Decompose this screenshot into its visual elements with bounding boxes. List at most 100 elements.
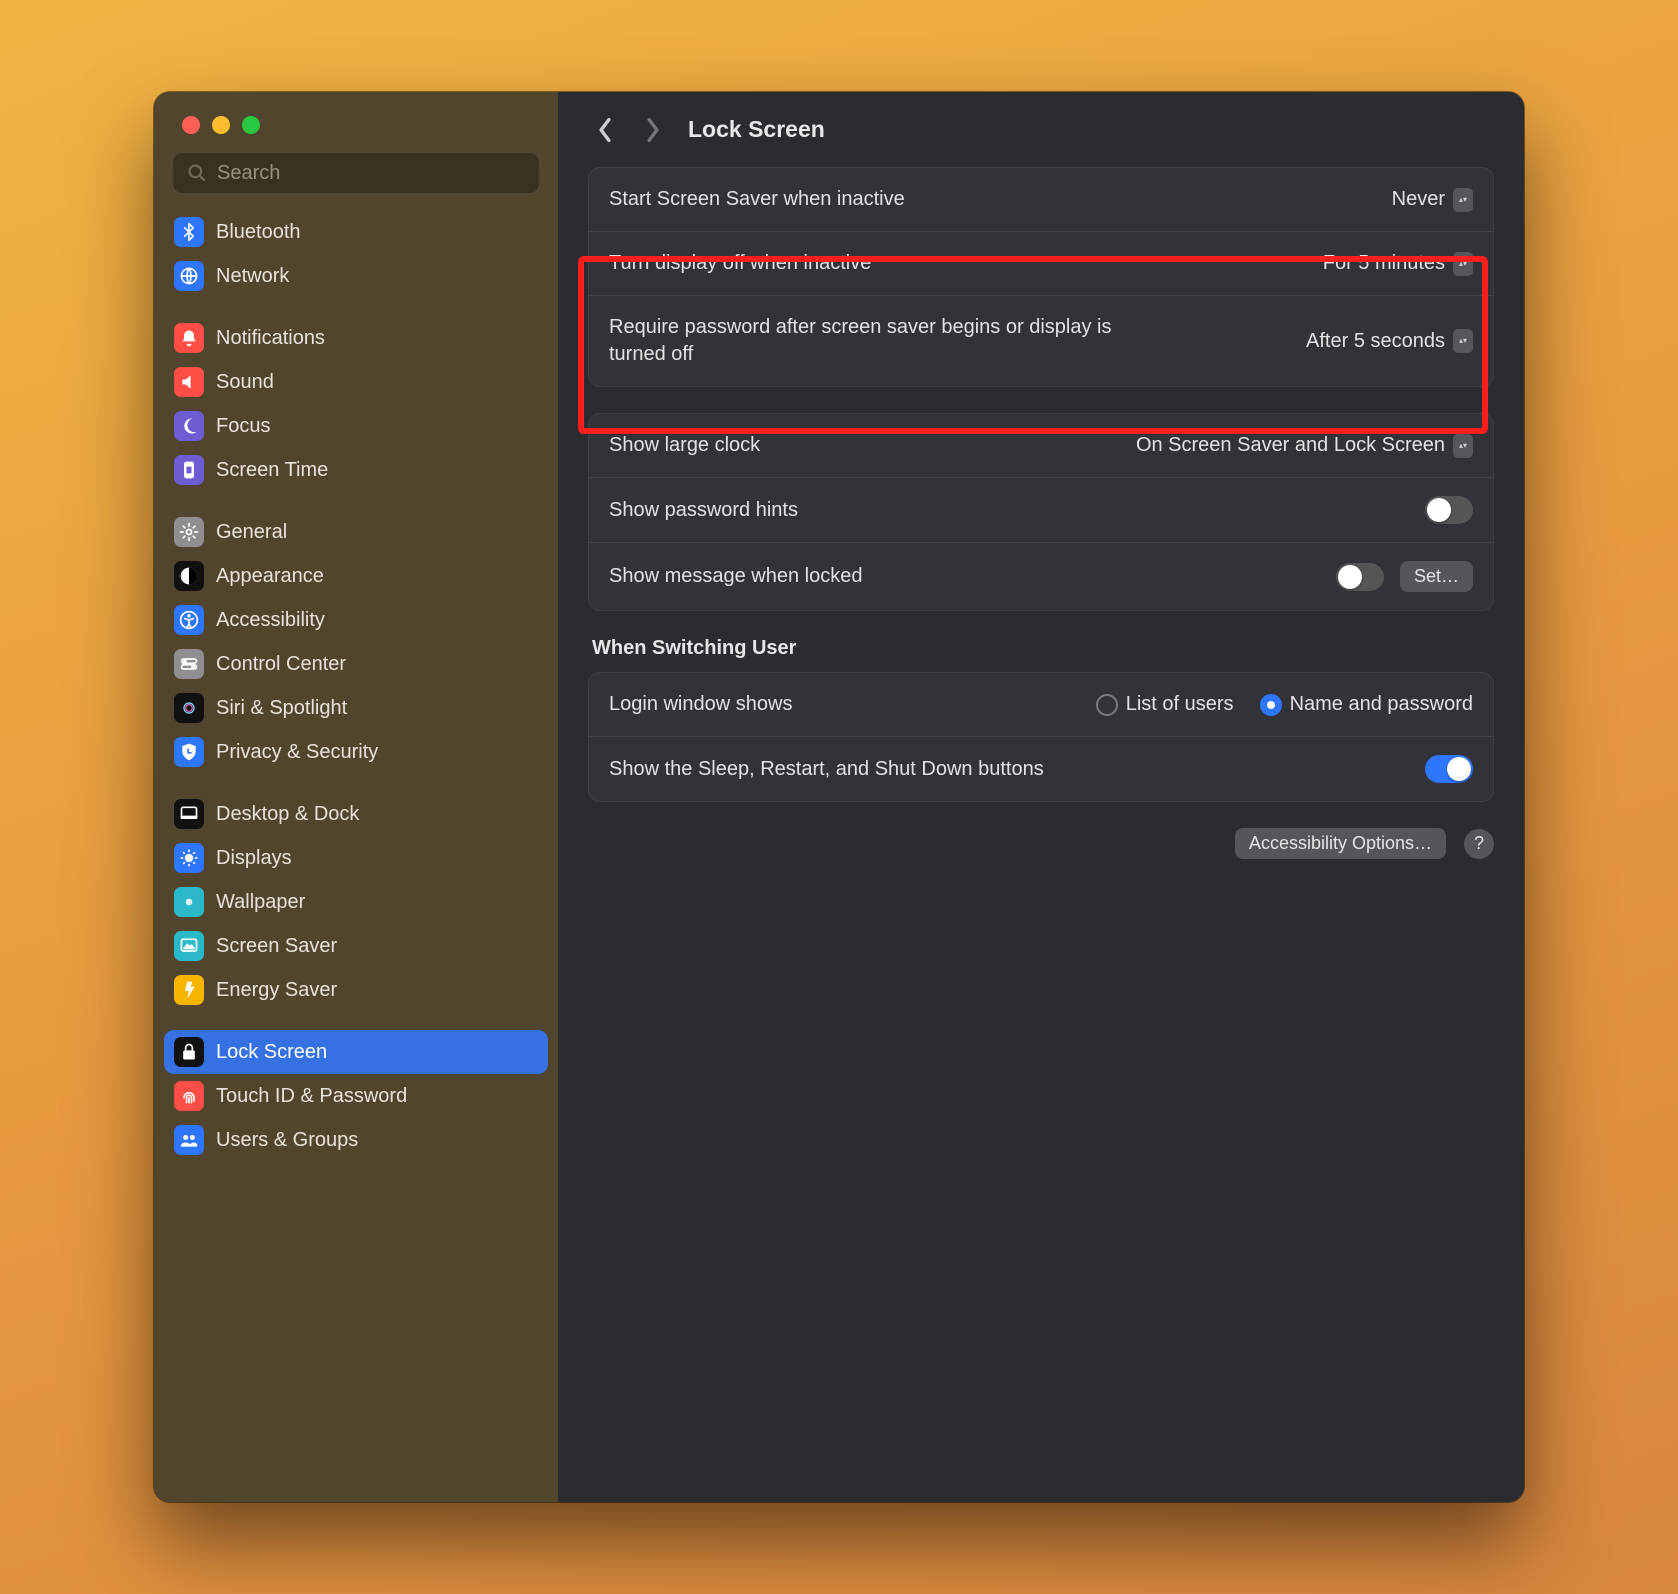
sidebar-item-bluetooth[interactable]: Bluetooth	[164, 210, 548, 254]
sidebar-item-label: Screen Time	[216, 459, 328, 482]
updown-icon: ▴▾	[1453, 252, 1473, 276]
zoom-window-button[interactable]	[242, 116, 260, 134]
display-options-panel: Show large clock On Screen Saver and Loc…	[588, 413, 1494, 611]
desktop-icon	[174, 799, 204, 829]
toggle-password-hints[interactable]	[1425, 496, 1473, 524]
sidebar-item-label: Bluetooth	[216, 221, 301, 244]
label-large-clock: Show large clock	[609, 432, 760, 459]
titlebar: Lock Screen	[558, 92, 1524, 153]
sidebar-item-siri-spotlight[interactable]: Siri & Spotlight	[164, 686, 548, 730]
sidebar-item-label: Screen Saver	[216, 935, 337, 958]
radio-icon	[1260, 694, 1282, 716]
radio-name-label: Name and password	[1290, 693, 1473, 716]
close-window-button[interactable]	[182, 116, 200, 134]
search-placeholder: Search	[217, 162, 280, 185]
sidebar-item-desktop-dock[interactable]: Desktop & Dock	[164, 792, 548, 836]
label-inactivity-0: Start Screen Saver when inactive	[609, 186, 905, 213]
sidebar-item-label: Appearance	[216, 565, 324, 588]
focus-icon	[174, 411, 204, 441]
sidebar: Search Bluetooth Network Notifications Soun…	[154, 92, 558, 1502]
lock-icon	[174, 1037, 204, 1067]
sidebar-item-touch-id-password[interactable]: Touch ID & Password	[164, 1074, 548, 1118]
sidebar-item-appearance[interactable]: Appearance	[164, 554, 548, 598]
inactivity-panel: Start Screen Saver when inactive Never ▴…	[588, 167, 1494, 387]
sidebar-item-wallpaper[interactable]: Wallpaper	[164, 880, 548, 924]
settings-window: Search Bluetooth Network Notifications Soun…	[154, 92, 1524, 1502]
privacy-icon	[174, 737, 204, 767]
sidebar-item-label: Lock Screen	[216, 1041, 327, 1064]
sidebar-item-focus[interactable]: Focus	[164, 404, 548, 448]
sidebar-item-displays[interactable]: Displays	[164, 836, 548, 880]
sidebar-item-label: Privacy & Security	[216, 741, 378, 764]
sidebar-item-screen-saver[interactable]: Screen Saver	[164, 924, 548, 968]
sidebar-item-label: Network	[216, 265, 289, 288]
search-input[interactable]: Search	[172, 152, 540, 194]
controlcenter-icon	[174, 649, 204, 679]
label-inactivity-2: Require password after screen saver begi…	[609, 314, 1145, 368]
row-large-clock: Show large clock On Screen Saver and Loc…	[589, 414, 1493, 477]
sidebar-item-notifications[interactable]: Notifications	[164, 316, 548, 360]
updown-icon: ▴▾	[1453, 329, 1473, 353]
toggle-power-buttons[interactable]	[1425, 755, 1473, 783]
minimize-window-button[interactable]	[212, 116, 230, 134]
accessibility-icon	[174, 605, 204, 635]
help-button[interactable]: ?	[1464, 829, 1494, 859]
sidebar-item-label: Displays	[216, 847, 292, 870]
sidebar-item-screen-time[interactable]: Screen Time	[164, 448, 548, 492]
select-inactivity-2-value: After 5 seconds	[1306, 330, 1445, 353]
sidebar-item-privacy-security[interactable]: Privacy & Security	[164, 730, 548, 774]
radiogroup-login-window: List of users Name and password	[1096, 693, 1473, 716]
radio-icon	[1096, 694, 1118, 716]
sidebar-item-label: Siri & Spotlight	[216, 697, 347, 720]
sidebar-item-label: General	[216, 521, 287, 544]
screentime-icon	[174, 455, 204, 485]
sidebar-item-label: Touch ID & Password	[216, 1085, 407, 1108]
nav-back-button[interactable]	[592, 117, 618, 143]
sidebar-item-lock-screen[interactable]: Lock Screen	[164, 1030, 548, 1074]
select-inactivity-2[interactable]: After 5 seconds ▴▾	[1306, 329, 1473, 353]
select-inactivity-0[interactable]: Never ▴▾	[1392, 188, 1473, 212]
select-inactivity-1[interactable]: For 5 minutes ▴▾	[1323, 252, 1473, 276]
sidebar-item-sound[interactable]: Sound	[164, 360, 548, 404]
updown-icon: ▴▾	[1453, 434, 1473, 458]
sidebar-item-control-center[interactable]: Control Center	[164, 642, 548, 686]
sidebar-item-label: Users & Groups	[216, 1129, 358, 1152]
sidebar-item-label: Focus	[216, 415, 270, 438]
row-power-buttons: Show the Sleep, Restart, and Shut Down b…	[589, 736, 1493, 801]
sidebar-item-accessibility[interactable]: Accessibility	[164, 598, 548, 642]
sidebar-item-label: Accessibility	[216, 609, 325, 632]
select-inactivity-0-value: Never	[1392, 188, 1445, 211]
toggle-lock-message[interactable]	[1336, 563, 1384, 591]
displays-icon	[174, 843, 204, 873]
siri-icon	[174, 693, 204, 723]
set-lock-message-button[interactable]: Set…	[1400, 561, 1473, 592]
accessibility-options-button[interactable]: Accessibility Options…	[1235, 828, 1446, 859]
updown-icon: ▴▾	[1453, 188, 1473, 212]
chevron-right-icon	[645, 117, 661, 143]
sound-icon	[174, 367, 204, 397]
radio-name-and-password[interactable]: Name and password	[1260, 693, 1473, 716]
sidebar-item-label: Energy Saver	[216, 979, 337, 1002]
sidebar-item-label: Notifications	[216, 327, 325, 350]
sidebar-item-general[interactable]: General	[164, 510, 548, 554]
wallpaper-icon	[174, 887, 204, 917]
sidebar-item-label: Control Center	[216, 653, 346, 676]
row-inactivity-1: Turn display off when inactive For 5 min…	[589, 231, 1493, 295]
radio-list-of-users[interactable]: List of users	[1096, 693, 1234, 716]
sidebar-item-network[interactable]: Network	[164, 254, 548, 298]
sidebar-item-label: Sound	[216, 371, 274, 394]
main-scroll: Start Screen Saver when inactive Never ▴…	[558, 153, 1524, 889]
network-icon	[174, 261, 204, 291]
row-lock-message: Show message when locked Set…	[589, 542, 1493, 610]
radio-list-label: List of users	[1126, 693, 1234, 716]
label-inactivity-1: Turn display off when inactive	[609, 250, 871, 277]
select-large-clock-value: On Screen Saver and Lock Screen	[1136, 434, 1445, 457]
sidebar-item-energy-saver[interactable]: Energy Saver	[164, 968, 548, 1012]
footer: Accessibility Options… ?	[588, 828, 1494, 859]
nav-forward-button[interactable]	[640, 117, 666, 143]
sidebar-item-users-groups[interactable]: Users & Groups	[164, 1118, 548, 1162]
label-power-buttons: Show the Sleep, Restart, and Shut Down b…	[609, 756, 1044, 783]
touchid-icon	[174, 1081, 204, 1111]
sidebar-nav: Bluetooth Network Notifications Sound Focus S…	[154, 200, 558, 1492]
select-large-clock[interactable]: On Screen Saver and Lock Screen ▴▾	[1136, 434, 1473, 458]
